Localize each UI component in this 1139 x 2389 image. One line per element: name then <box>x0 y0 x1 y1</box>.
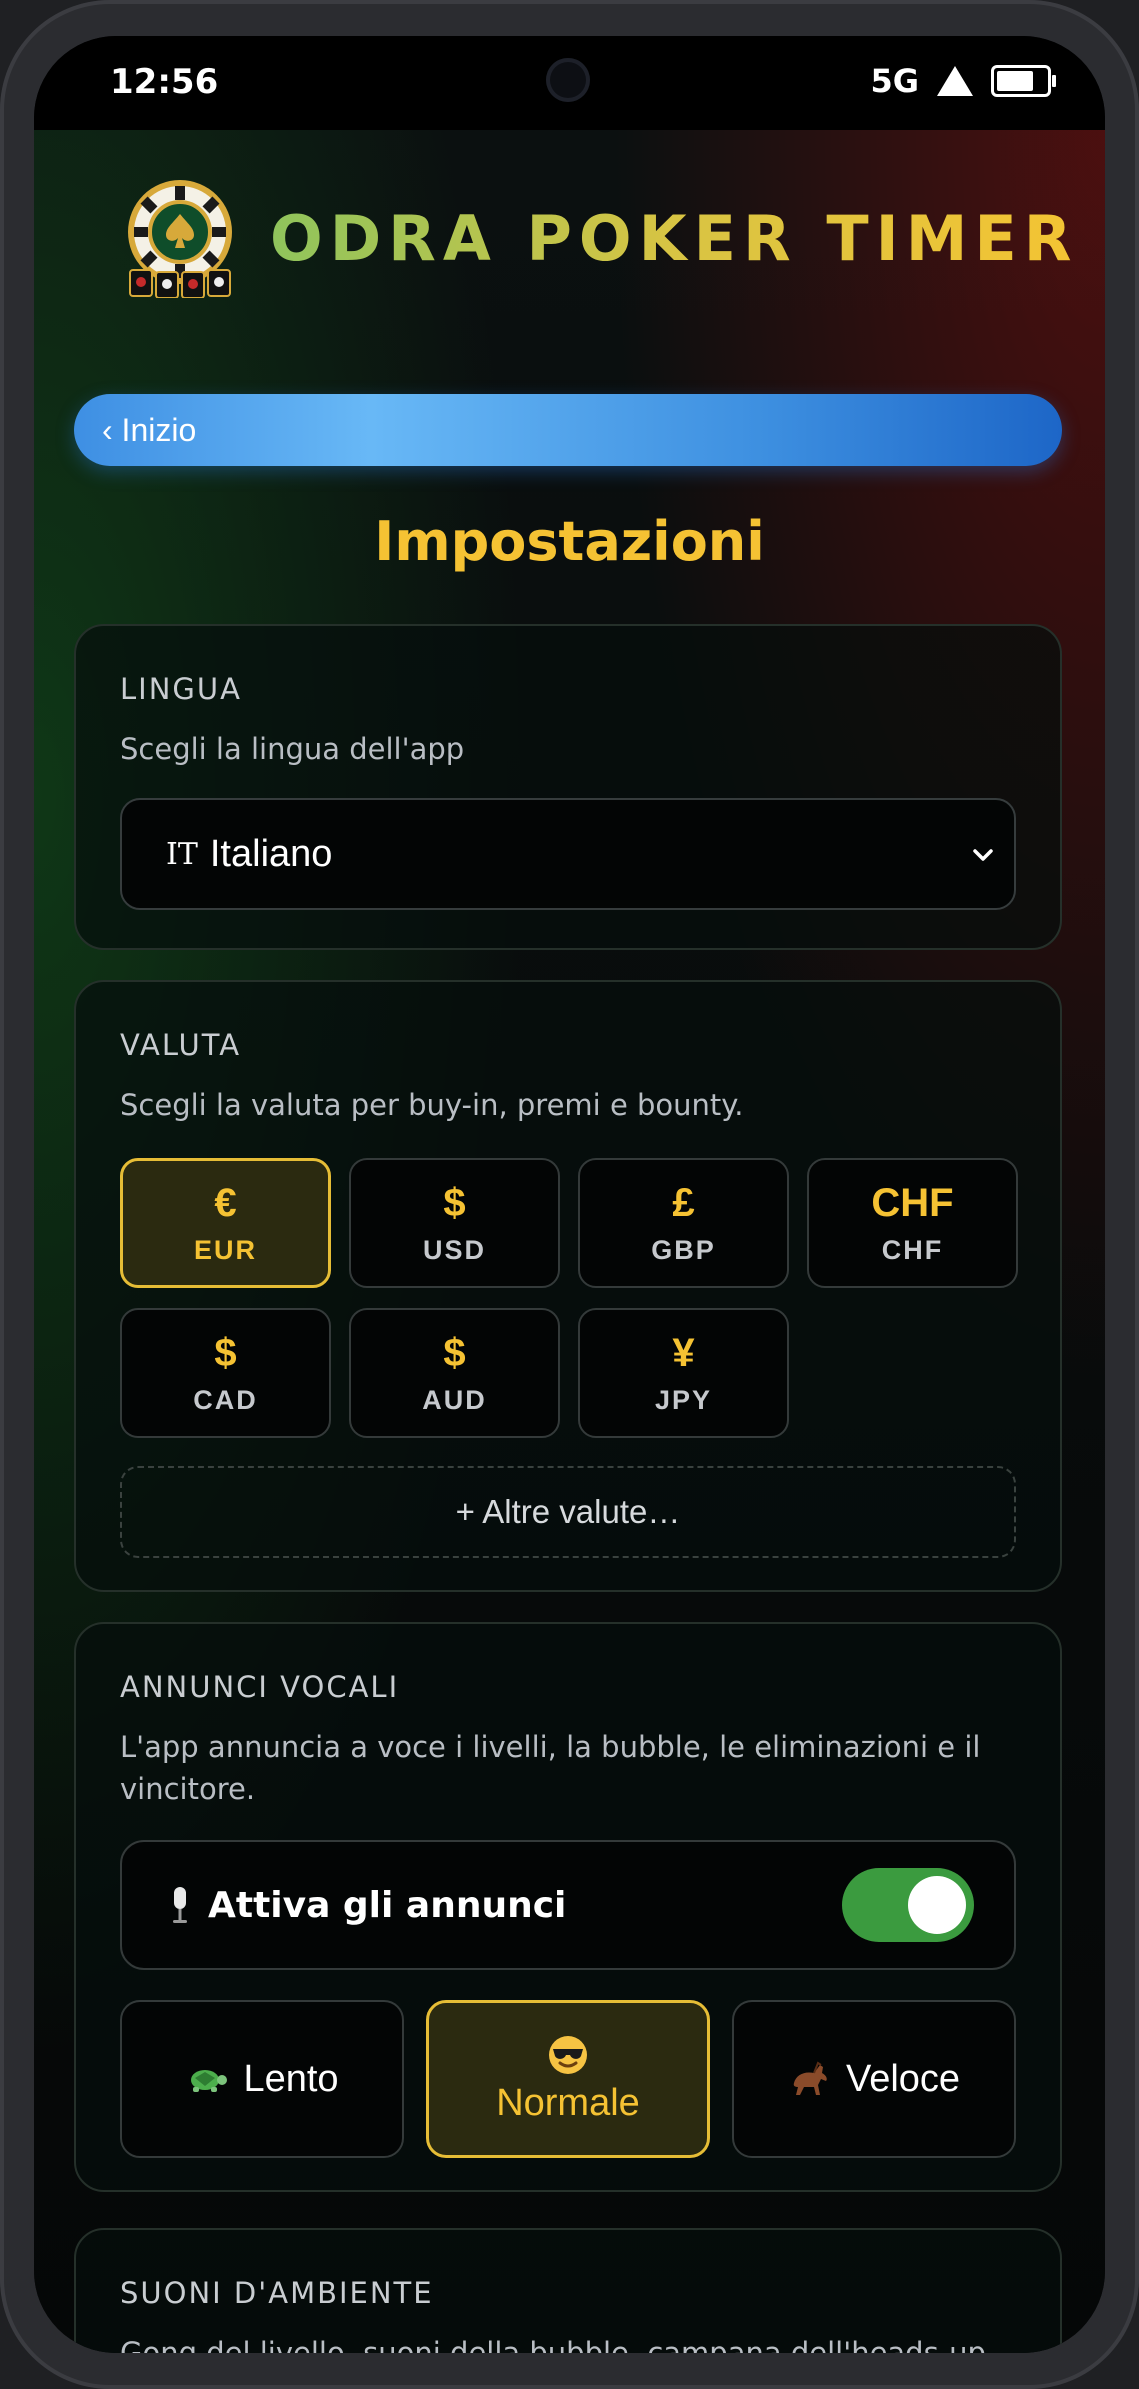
voice-toggle-switch[interactable] <box>842 1868 974 1942</box>
turtle-icon <box>191 2070 228 2092</box>
currency-card: VALUTA Scegli la valuta per buy-in, prem… <box>74 980 1062 1592</box>
currency-code: EUR <box>193 1234 257 1265</box>
microphone-icon <box>173 1887 187 1923</box>
toggle-knob <box>908 1876 966 1934</box>
currency-option-usd[interactable]: $ USD <box>349 1158 560 1288</box>
currency-code: AUD <box>422 1384 487 1415</box>
currency-option-gbp[interactable]: £ GBP <box>578 1158 789 1288</box>
battery-icon <box>991 65 1056 97</box>
phone-frame: 12:56 5G ODRA POKER TIMER ‹ Inizio Impos… <box>0 0 1139 2389</box>
chevron-down-icon <box>973 849 993 861</box>
currency-code: CAD <box>193 1384 258 1415</box>
language-select[interactable]: IT Italiano <box>120 798 1016 910</box>
sunglasses-face-icon <box>549 2035 587 2074</box>
currency-option-jpy[interactable]: ¥ JPY <box>578 1308 789 1438</box>
currency-symbol: € <box>214 1180 237 1225</box>
voice-description: L'app annuncia a voce i livelli, la bubb… <box>120 1730 981 1806</box>
speed-label: Veloce <box>845 2057 961 2100</box>
ambient-description: Gong del livello, suoni della bubble, ca… <box>120 2336 996 2353</box>
ambient-card: SUONI D'AMBIENTE Gong del livello, suoni… <box>74 2228 1062 2353</box>
app-title: ODRA POKER TIMER <box>270 201 1079 275</box>
currency-option-chf[interactable]: CHF CHF <box>807 1158 1018 1288</box>
page-title: Impostazioni <box>374 510 765 573</box>
voice-title: ANNUNCI VOCALI <box>120 1670 400 1704</box>
horse-icon <box>793 2061 827 2095</box>
front-camera <box>546 58 590 102</box>
poker-chip-logo-icon <box>124 178 236 299</box>
settings-page[interactable]: ODRA POKER TIMER ‹ Inizio Impostazioni L… <box>34 130 1105 2353</box>
currency-code: JPY <box>654 1384 713 1415</box>
currency-symbol: $ <box>443 1180 466 1225</box>
currency-title: VALUTA <box>120 1028 242 1062</box>
signal-icon <box>937 66 973 96</box>
status-time: 12:56 <box>110 62 219 102</box>
screen: 12:56 5G ODRA POKER TIMER ‹ Inizio Impos… <box>34 36 1105 2353</box>
currency-option-cad[interactable]: $ CAD <box>120 1308 331 1438</box>
ambient-title: SUONI D'AMBIENTE <box>120 2276 434 2310</box>
status-bar: 12:56 5G <box>34 36 1105 130</box>
currency-symbol: £ <box>672 1180 695 1225</box>
more-currencies-button[interactable]: + Altre valute… <box>120 1466 1016 1558</box>
currency-symbol: ¥ <box>672 1330 695 1375</box>
status-indicators: 5G <box>870 62 1056 100</box>
italy-flag-icon: IT <box>166 836 198 872</box>
back-button[interactable]: ‹ Inizio <box>74 394 1062 466</box>
language-description: Scegli la lingua dell'app <box>120 732 465 766</box>
language-selected-value: Italiano <box>209 832 333 875</box>
currency-symbol: $ <box>214 1330 237 1375</box>
speed-label: Lento <box>243 2057 339 2100</box>
voice-card: ANNUNCI VOCALI L'app annuncia a voce i l… <box>74 1622 1062 2192</box>
currency-code: CHF <box>881 1234 944 1265</box>
app-header: ODRA POKER TIMER <box>124 176 1079 300</box>
currency-description: Scegli la valuta per buy-in, premi e bou… <box>120 1088 744 1122</box>
speed-option-normal[interactable]: Normale <box>426 2000 711 2158</box>
currency-code: GBP <box>651 1234 716 1265</box>
network-label: 5G <box>870 62 919 100</box>
currency-grid: € EUR $ USD £ GBP CHF CHF $ CAD $ AUD ¥ … <box>120 1158 1018 1438</box>
language-title: LINGUA <box>120 672 242 706</box>
speed-option-fast[interactable]: Veloce <box>732 2000 1017 2158</box>
currency-option-eur[interactable]: € EUR <box>120 1158 331 1288</box>
currency-option-aud[interactable]: $ AUD <box>349 1308 560 1438</box>
language-card: LINGUA Scegli la lingua dell'app IT Ital… <box>74 624 1062 950</box>
currency-symbol: $ <box>443 1330 466 1375</box>
speed-option-slow[interactable]: Lento <box>120 2000 404 2158</box>
speed-options: Lento Normale Veloce <box>120 2000 1017 2158</box>
speed-label: Normale <box>496 2081 640 2124</box>
voice-toggle-label: Attiva gli annunci <box>208 1884 567 1926</box>
voice-toggle-row[interactable]: Attiva gli annunci <box>120 1840 1016 1970</box>
currency-symbol: CHF <box>871 1180 954 1225</box>
currency-code: USD <box>422 1234 486 1265</box>
